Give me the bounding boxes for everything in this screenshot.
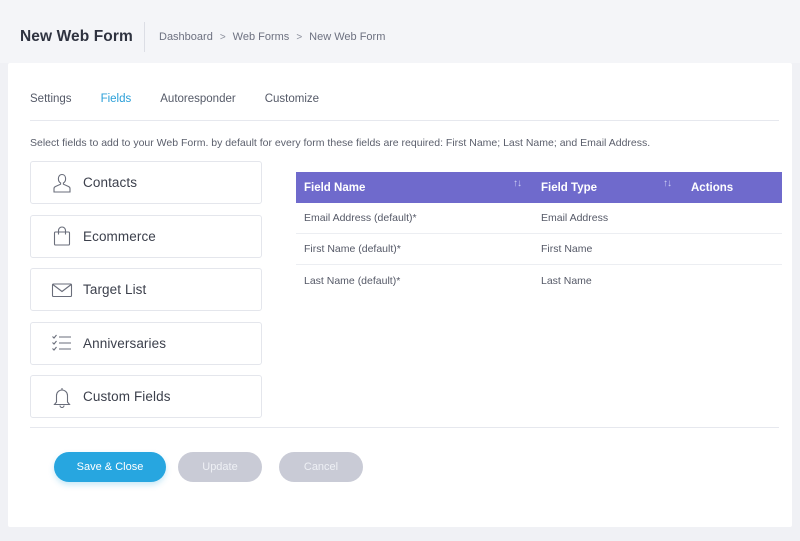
category-label: Target List <box>83 282 147 297</box>
save-close-button[interactable]: Save & Close <box>54 452 166 482</box>
tab-fields[interactable]: Fields <box>101 93 132 121</box>
category-label: Ecommerce <box>83 228 156 244</box>
table-row: First Name (default)* First Name <box>296 234 782 265</box>
sort-icon[interactable]: ↑↓ <box>663 178 672 189</box>
table-row: Email Address (default)* Email Address <box>296 203 782 234</box>
column-header-field-name[interactable]: Field Name ↑↓ <box>296 172 533 203</box>
bell-icon <box>50 385 74 409</box>
person-icon <box>50 171 74 195</box>
checklist-icon <box>50 331 74 355</box>
column-header-label: Actions <box>691 181 734 194</box>
tab-customize[interactable]: Customize <box>265 93 319 121</box>
category-ecommerce[interactable]: Ecommerce <box>30 214 262 258</box>
footer-divider <box>30 427 779 428</box>
update-button[interactable]: Update <box>178 452 262 482</box>
category-label: Contacts <box>83 175 138 190</box>
tab-autoresponder[interactable]: Autoresponder <box>160 93 235 121</box>
cell-field-type: First Name <box>541 243 593 255</box>
fields-table: Field Name ↑↓ Field Type ↑↓ Actions Emai… <box>296 172 782 296</box>
category-target-list[interactable]: Target List <box>30 268 262 311</box>
cell-field-name: Email Address (default)* <box>304 212 417 224</box>
cell-field-name: First Name (default)* <box>304 243 401 255</box>
table-header: Field Name ↑↓ Field Type ↑↓ Actions <box>296 172 782 203</box>
top-bar: New Web Form Dashboard > Web Forms > New… <box>0 0 800 63</box>
breadcrumb-web-forms[interactable]: Web Forms <box>233 31 290 43</box>
breadcrumb: Dashboard > Web Forms > New Web Form <box>159 31 385 43</box>
category-anniversaries[interactable]: Anniversaries <box>30 321 262 365</box>
sort-icon[interactable]: ↑↓ <box>513 178 522 189</box>
column-header-label: Field Name <box>304 181 366 194</box>
category-custom-fields[interactable]: Custom Fields <box>30 375 262 418</box>
category-label: Custom Fields <box>83 389 171 404</box>
breadcrumb-current: New Web Form <box>309 31 386 43</box>
column-header-label: Field Type <box>541 181 598 194</box>
page-title: New Web Form <box>20 28 133 45</box>
column-header-actions: Actions <box>683 172 782 203</box>
cell-field-name: Last Name (default)* <box>304 274 401 287</box>
fields-hint-text: Select fields to add to your Web Form. b… <box>30 137 651 149</box>
breadcrumb-dashboard[interactable]: Dashboard <box>159 31 213 43</box>
envelope-icon <box>50 278 74 302</box>
table-row: Last Name (default)* Last Name <box>296 265 782 296</box>
tab-bar: Settings Fields Autoresponder Customize <box>30 93 779 121</box>
tab-settings[interactable]: Settings <box>30 93 72 121</box>
breadcrumb-separator: > <box>219 31 226 43</box>
title-divider <box>144 22 145 52</box>
cell-field-type: Last Name <box>541 274 592 287</box>
cancel-button[interactable]: Cancel <box>279 452 363 482</box>
field-category-list: Contacts Ecommerce Target List Anniversa… <box>30 161 262 429</box>
column-header-field-type[interactable]: Field Type ↑↓ <box>533 172 683 203</box>
cell-field-type: Email Address <box>541 212 609 224</box>
category-contacts[interactable]: Contacts <box>30 161 262 204</box>
shopping-bag-icon <box>50 224 74 248</box>
breadcrumb-separator: > <box>296 31 303 43</box>
web-form-card: Settings Fields Autoresponder Customize … <box>8 63 792 527</box>
category-label: Anniversaries <box>83 335 167 351</box>
